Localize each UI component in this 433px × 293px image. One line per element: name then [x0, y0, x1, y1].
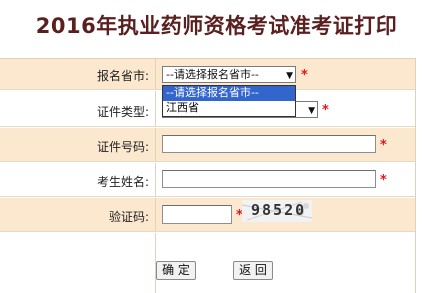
province-label: 报名省市:	[96, 69, 149, 83]
name-required-mark: *	[380, 173, 387, 188]
captcha-label-cell: 验证码:	[0, 198, 156, 231]
province-option-jiangxi[interactable]: 江西省	[163, 101, 295, 116]
id-type-label-cell: 证件类型:	[0, 91, 156, 126]
province-label-cell: 报名省市:	[0, 59, 156, 89]
name-input[interactable]	[162, 170, 376, 188]
province-required-mark: *	[301, 68, 308, 83]
id-number-input[interactable]	[162, 135, 376, 153]
province-option-placeholder[interactable]: --请选择报名省市--	[163, 86, 295, 101]
chevron-down-icon: ▼	[286, 71, 293, 81]
chevron-down-icon: ▼	[308, 106, 315, 116]
page-title: 2016年执业药师资格考试准考证打印	[35, 14, 398, 38]
buttons-label-cell	[0, 233, 156, 293]
table-right-border	[415, 58, 416, 293]
captcha-image[interactable]: 98520	[242, 200, 312, 222]
id-number-label: 证件号码:	[96, 140, 149, 154]
province-dropdown-list: --请选择报名省市-- 江西省	[162, 85, 296, 117]
confirm-button[interactable]: 确 定	[156, 261, 196, 280]
province-select-value: --请选择报名省市--	[166, 68, 259, 81]
province-select[interactable]: --请选择报名省市-- ▼	[162, 66, 296, 83]
name-label-cell: 考生姓名:	[0, 163, 156, 196]
captcha-code: 98520	[251, 201, 307, 219]
captcha-label: 验证码:	[108, 210, 149, 224]
id-type-required-mark: *	[322, 103, 329, 118]
id-type-label: 证件类型:	[96, 105, 149, 119]
id-number-required-mark: *	[380, 138, 387, 153]
captcha-input[interactable]	[162, 205, 232, 224]
name-label: 考生姓名:	[96, 175, 149, 189]
id-number-label-cell: 证件号码:	[0, 128, 156, 161]
row-buttons	[0, 233, 416, 293]
back-button[interactable]: 返 回	[233, 261, 273, 280]
